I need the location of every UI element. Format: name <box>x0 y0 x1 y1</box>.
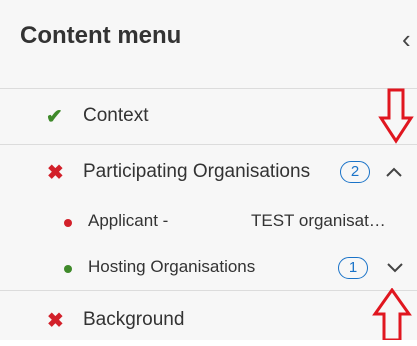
menu-item-label: Context <box>83 105 149 126</box>
menu-item-context[interactable]: ✔ Context <box>0 89 417 145</box>
cross-icon: ✖ <box>47 310 64 332</box>
content-menu-title: Content menu <box>20 22 182 49</box>
count-badge: 2 <box>340 161 370 183</box>
cross-icon: ✖ <box>47 162 64 184</box>
content-menu-panel: Content menu ‹ ✔ Context ✖ Participating… <box>0 0 417 340</box>
count-badge: 1 <box>338 257 368 279</box>
chevron-up-icon[interactable] <box>385 163 403 181</box>
menu-item-participating-organisations[interactable]: ✖ Participating Organisations 2 Applican… <box>0 145 417 291</box>
subitem-label: Applicant - <box>88 211 169 230</box>
status-dot <box>64 219 72 227</box>
chevron-left-icon[interactable]: ‹ <box>402 24 417 54</box>
chevron-down-icon[interactable] <box>386 259 404 277</box>
subitem-value: TEST organisat… <box>251 211 386 230</box>
annotation-arrow-up-icon <box>372 288 412 340</box>
check-icon: ✔ <box>46 106 63 128</box>
subitem-label: Hosting Organisations <box>88 257 256 276</box>
menu-item-background[interactable]: ✖ Background <box>0 291 417 346</box>
status-dot <box>64 265 72 273</box>
menu-item-label: Background <box>83 309 185 330</box>
annotation-arrow-down-icon <box>378 88 414 144</box>
content-menu-header: Content menu ‹ <box>0 0 417 89</box>
menu-item-label: Participating Organisations <box>83 161 311 182</box>
